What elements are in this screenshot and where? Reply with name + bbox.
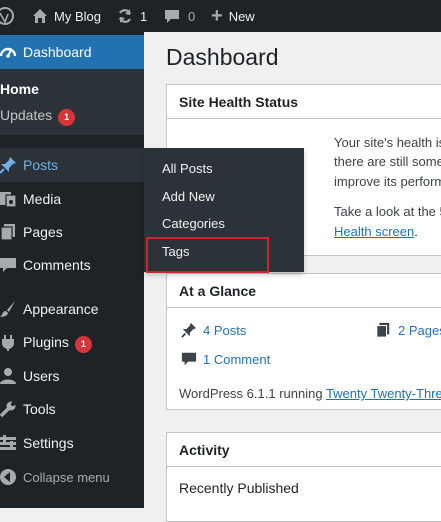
theme-link[interactable]: Twenty Twenty-Three <box>326 386 441 401</box>
updates-count: 1 <box>140 8 148 24</box>
recently-published-heading: Recently Published <box>179 480 299 496</box>
sidebar-item-label: Posts <box>23 157 59 173</box>
page-title: Dashboard <box>166 44 279 70</box>
sidebar-item-label: Comments <box>23 257 91 273</box>
sidebar-item-plugins[interactable]: Plugins 1 <box>0 326 144 360</box>
wrench-icon <box>0 399 18 419</box>
plus-icon: + <box>211 4 223 27</box>
sidebar-item-label: Pages <box>23 224 63 240</box>
sidebar-item-tools[interactable]: Tools <box>0 392 144 426</box>
wp-version-text: WordPress 6.1.1 running Twenty Twenty-Th… <box>179 386 441 401</box>
glance-comments-link[interactable]: 1 Comment <box>181 351 270 370</box>
site-name: My Blog <box>54 8 101 24</box>
glance-pages-label: 2 Pages <box>398 323 441 338</box>
sidebar-item-comments[interactable]: Comments <box>0 248 144 282</box>
updates-badge: 1 <box>58 108 76 126</box>
brush-icon <box>0 299 18 319</box>
glance-posts-link[interactable]: 4 Posts <box>181 322 246 341</box>
site-health-link-suffix: . <box>414 224 418 239</box>
comment-icon <box>181 351 197 370</box>
sidebar-item-home[interactable]: Home <box>0 79 144 99</box>
pin-icon <box>181 322 197 341</box>
site-health-text-1: Your site's health is <box>334 135 441 150</box>
sidebar-item-label: Appearance <box>23 301 99 317</box>
site-name-link[interactable]: My Blog <box>32 0 101 32</box>
activity-title: Activity <box>167 433 441 467</box>
site-health-text-4: Take a look at the 5 <box>334 204 441 219</box>
site-health-title: Site Health Status <box>167 85 441 119</box>
new-content-link[interactable]: + New <box>211 0 255 32</box>
sidebar-item-label: Media <box>23 191 62 207</box>
pages-icon <box>375 322 391 341</box>
submenu-categories[interactable]: Categories <box>162 216 225 231</box>
settings-icon <box>0 433 18 453</box>
glance-comments-label: 1 Comment <box>203 352 271 367</box>
dashboard-icon <box>0 42 18 62</box>
sidebar-item-label: Settings <box>23 435 74 451</box>
sidebar-item-media[interactable]: Media <box>0 182 144 216</box>
wordpress-icon[interactable] <box>0 0 20 32</box>
wp-version-prefix: WordPress 6.1.1 running <box>179 386 326 401</box>
sidebar-item-users[interactable]: Users <box>0 359 144 393</box>
activity-widget: Activity Recently Published <box>166 432 441 522</box>
flyout-arrow <box>136 157 144 173</box>
collapse-icon <box>0 467 18 487</box>
new-label: New <box>228 8 255 24</box>
at-a-glance-title: At a Glance <box>167 274 441 308</box>
updates-icon <box>117 8 133 24</box>
plugin-icon <box>0 333 18 353</box>
submenu-add-new[interactable]: Add New <box>162 189 215 204</box>
sidebar-item-label: Plugins <box>23 333 69 350</box>
site-health-link[interactable]: Health screen <box>334 224 414 239</box>
sidebar-item-label: Tools <box>23 401 56 417</box>
sidebar-item-dashboard[interactable]: Dashboard <box>0 35 144 69</box>
users-icon <box>0 366 18 386</box>
submenu-all-posts[interactable]: All Posts <box>162 161 213 176</box>
sidebar-item-settings[interactable]: Settings <box>0 426 144 460</box>
site-health-text-2: there are still some <box>334 154 441 169</box>
sidebar-item-label: Collapse menu <box>23 469 110 485</box>
glance-pages-link[interactable]: 2 Pages <box>375 322 441 341</box>
sidebar-item-posts[interactable]: Posts <box>0 148 144 182</box>
comments-count: 0 <box>188 8 196 24</box>
comment-icon <box>0 255 18 275</box>
comments-link[interactable]: 0 <box>164 0 195 32</box>
at-a-glance-widget: At a Glance 4 Posts 2 Pages 1 Comment Wo… <box>166 273 441 410</box>
plugins-badge: 1 <box>74 335 92 353</box>
glance-posts-label: 4 Posts <box>203 323 247 338</box>
updates-link[interactable]: 1 <box>117 0 147 32</box>
sidebar-item-appearance[interactable]: Appearance <box>0 292 144 326</box>
comment-bubble-icon <box>164 8 180 24</box>
sidebar-item-pages[interactable]: Pages <box>0 215 144 249</box>
site-health-text-3: improve its perform <box>334 174 441 189</box>
admin-sidebar: Dashboard Home Updates 1 Posts Media Page… <box>0 32 144 508</box>
sidebar-item-updates[interactable]: Updates 1 <box>0 106 144 126</box>
pages-icon <box>0 222 18 242</box>
sidebar-item-label: Dashboard <box>23 44 92 60</box>
collapse-menu-button[interactable]: Collapse menu <box>0 460 144 494</box>
tags-highlight-box <box>146 237 269 273</box>
sidebar-item-label: Users <box>23 368 60 384</box>
pin-icon <box>0 155 18 175</box>
admin-bar: My Blog 1 0 + New <box>0 0 441 32</box>
home-icon <box>32 8 48 24</box>
media-icon <box>0 189 18 209</box>
sidebar-item-label: Home <box>0 81 39 97</box>
sidebar-item-label: Updates <box>0 106 53 123</box>
